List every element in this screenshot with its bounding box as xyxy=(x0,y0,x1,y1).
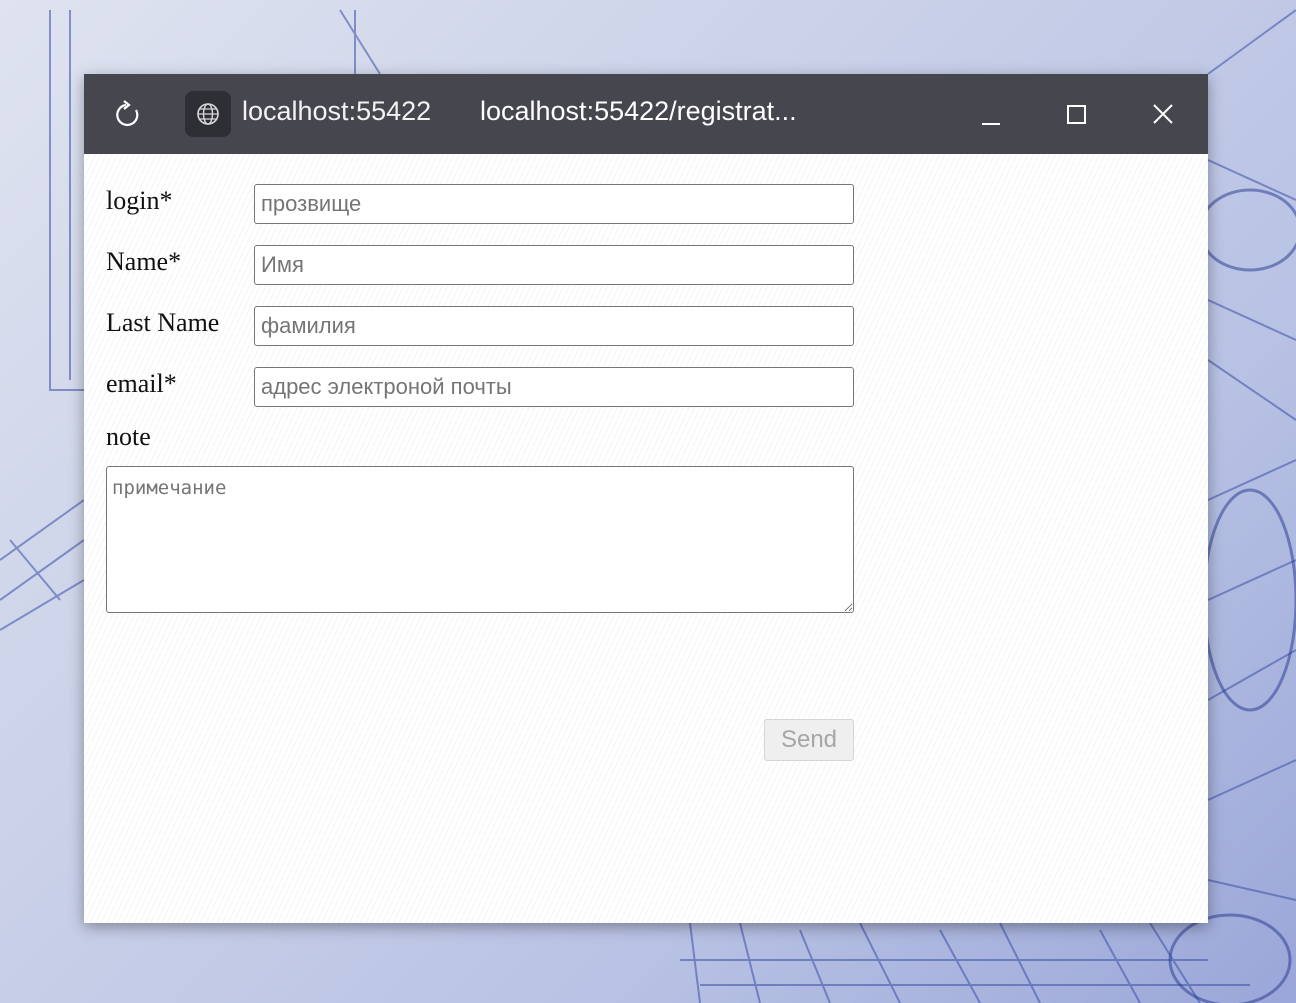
last-name-label: Last Name xyxy=(106,308,220,337)
email-label: email* xyxy=(106,369,177,398)
note-label: note xyxy=(106,422,151,451)
maximize-icon xyxy=(1067,105,1086,124)
browser-popup-window: localhost:55422 localhost:55422/registra… xyxy=(84,74,1208,923)
page-url: localhost:55422/registrat... xyxy=(480,96,797,126)
name-label: Name* xyxy=(106,247,182,276)
minimize-button[interactable] xyxy=(971,94,1011,134)
maximize-button[interactable] xyxy=(1057,94,1097,134)
site-label: localhost:55422 xyxy=(242,96,432,126)
name-input[interactable] xyxy=(254,245,854,285)
login-label: login* xyxy=(106,186,173,215)
close-button[interactable] xyxy=(1143,94,1183,134)
close-icon xyxy=(1153,104,1173,124)
title-bar: localhost:55422 localhost:55422/registra… xyxy=(84,74,1208,154)
minimize-icon xyxy=(982,123,1000,125)
registration-form: login* Name* Last Name email* note Send xyxy=(84,154,1208,923)
email-input[interactable] xyxy=(254,367,854,407)
login-input[interactable] xyxy=(254,184,854,224)
send-button[interactable]: Send xyxy=(764,719,854,761)
note-textarea[interactable] xyxy=(106,466,854,613)
last-name-input[interactable] xyxy=(254,306,854,346)
globe-icon xyxy=(185,91,231,137)
reload-icon[interactable] xyxy=(112,98,144,130)
